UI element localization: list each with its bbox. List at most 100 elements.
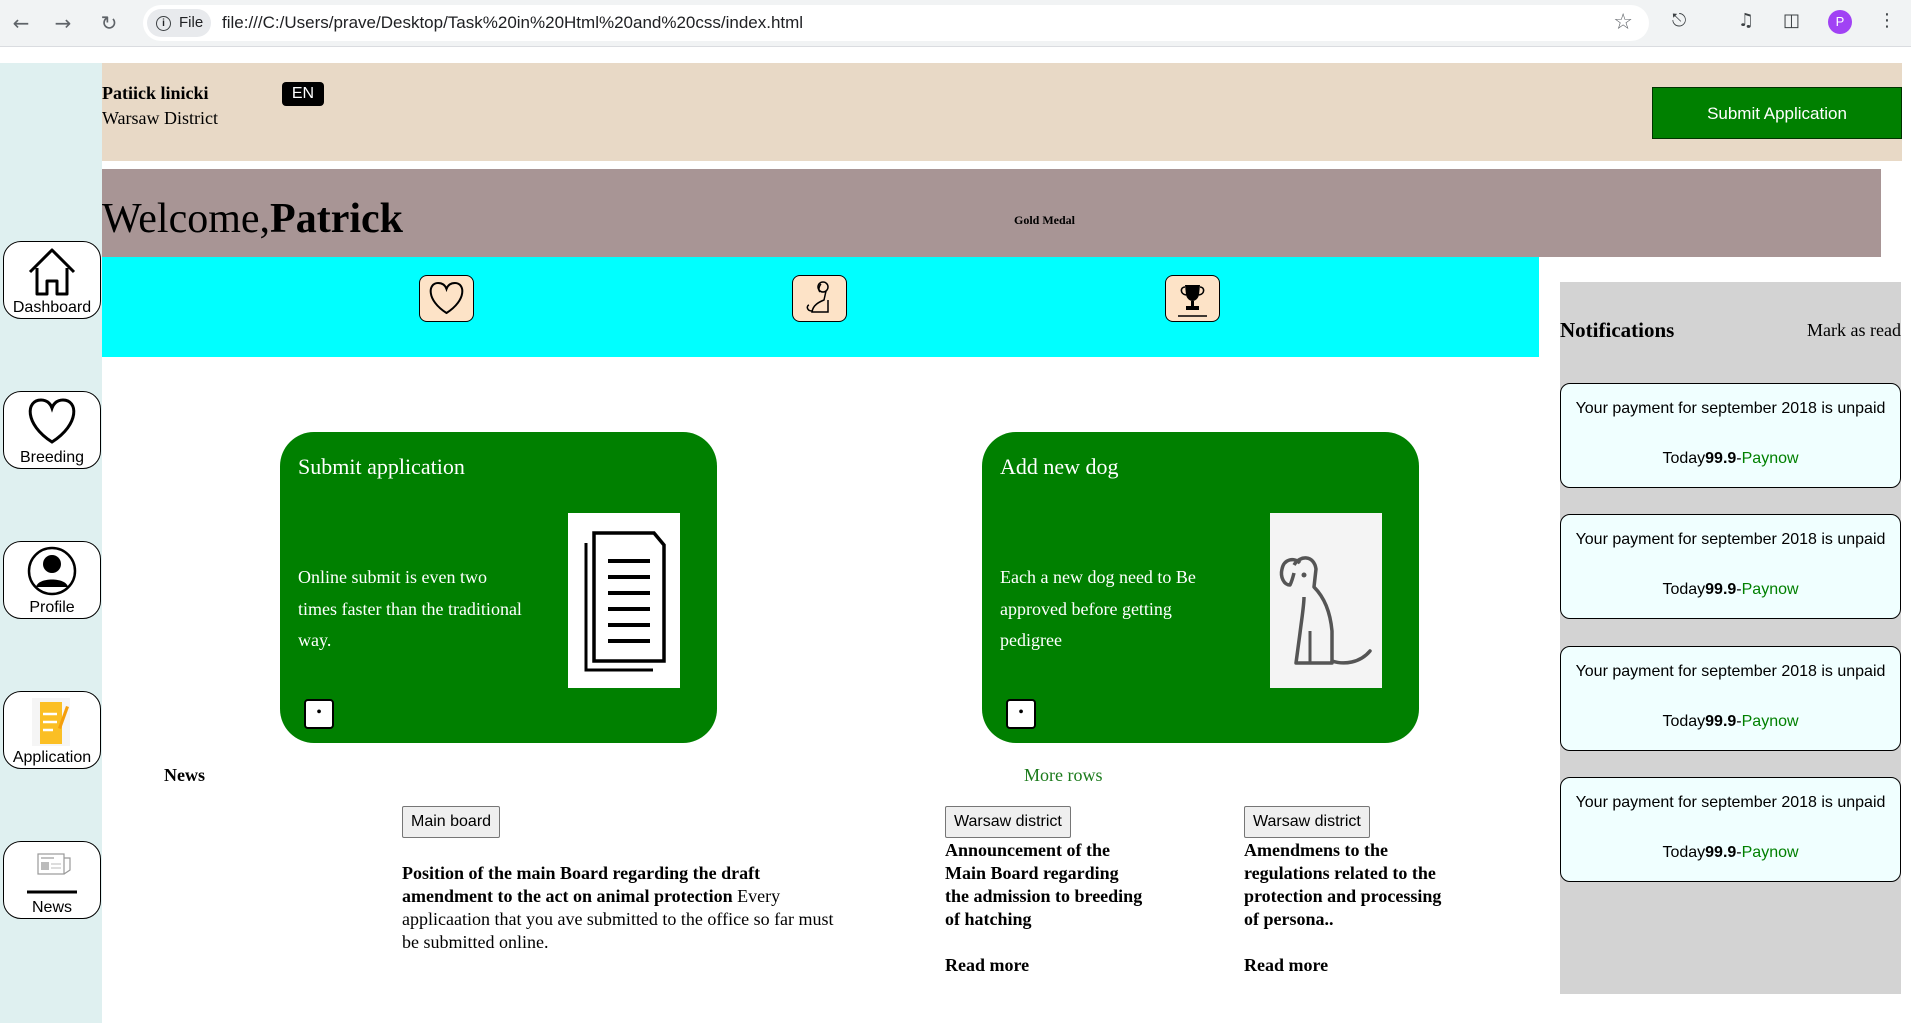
- notification-meta: Today99.9-Paynow: [1561, 844, 1900, 862]
- welcome-greeting: Welcome,: [102, 196, 271, 242]
- sidebar-item-label: Breeding: [19, 449, 85, 466]
- notifications-panel: Notifications Mark as read Your payment …: [1560, 282, 1901, 994]
- news-tag-button[interactable]: Warsaw district: [945, 806, 1071, 838]
- user-name: Patiick linicki: [102, 83, 209, 103]
- sidebar: Dashboard Breeding Profile Application N…: [0, 63, 102, 1023]
- welcome-heading: Welcome,Patrick: [102, 195, 403, 243]
- sidebar-item-label: Dashboard: [12, 299, 92, 316]
- sidebar-item-label: Application: [12, 749, 92, 766]
- newspaper-icon: [27, 853, 77, 894]
- trophy-icon: [1178, 285, 1207, 317]
- welcome-banner: Welcome,Patrick Gold Medal: [102, 169, 1881, 257]
- user-district: Warsaw District: [102, 108, 219, 128]
- info-icon: i: [156, 16, 171, 31]
- sidebar-item-dashboard[interactable]: Dashboard: [3, 241, 101, 319]
- forward-icon[interactable]: →: [50, 10, 76, 36]
- card-description: Online submit is even two times faster t…: [298, 567, 522, 650]
- news-heading: News: [164, 765, 205, 785]
- quick-actions-bar: [102, 257, 1539, 357]
- more-rows-link[interactable]: More rows: [1024, 765, 1103, 786]
- sidebar-item-application[interactable]: Application: [3, 691, 101, 769]
- home-icon: [28, 248, 76, 296]
- news-title: Position of the main Board regarding the…: [402, 863, 761, 906]
- top-header: Patiick linicki Warsaw District EN Submi…: [102, 63, 1902, 161]
- document-icon: [584, 531, 666, 672]
- user-icon: [27, 546, 77, 596]
- notification-item: Your payment for september 2018 is unpai…: [1560, 514, 1901, 619]
- quick-dog-button[interactable]: [792, 275, 847, 322]
- news-title: Amendmens to the regulations related to …: [1244, 840, 1442, 929]
- submit-application-button[interactable]: Submit Application: [1652, 87, 1902, 139]
- add-new-dog-card[interactable]: Add new dog Each a new dog need to Be ap…: [982, 432, 1419, 743]
- pay-now-link[interactable]: Paynow: [1742, 581, 1799, 598]
- reload-icon[interactable]: ↻: [96, 10, 122, 36]
- notification-meta: Today99.9-Paynow: [1561, 713, 1900, 731]
- profile-avatar[interactable]: P: [1828, 10, 1852, 34]
- mark-as-read-link[interactable]: Mark as read: [1807, 320, 1901, 341]
- menu-kebab-icon[interactable]: ⋮: [1878, 10, 1896, 31]
- news-tag-button[interactable]: Warsaw district: [1244, 806, 1370, 838]
- notification-message: Your payment for september 2018 is unpai…: [1575, 400, 1886, 417]
- dog-icon: [1279, 556, 1372, 665]
- pay-now-link[interactable]: Paynow: [1742, 450, 1799, 467]
- notification-date: Today: [1662, 844, 1706, 861]
- application-form-icon: [32, 698, 70, 746]
- notification-message: Your payment for september 2018 is unpai…: [1575, 531, 1886, 548]
- news-item: Announcement of the Main Board regarding…: [945, 839, 1145, 931]
- notification-message: Your payment for september 2018 is unpai…: [1575, 663, 1886, 680]
- browser-toolbar: ← → ↻ i File file:///C:/Users/prave/Desk…: [0, 0, 1911, 47]
- news-tag-button[interactable]: Main board: [402, 806, 501, 838]
- card-action-button[interactable]: •: [304, 699, 334, 729]
- welcome-user-name: Patrick: [270, 196, 403, 242]
- heart-icon: [28, 398, 76, 444]
- notification-amount: 99.9: [1705, 844, 1737, 861]
- side-panel-icon[interactable]: ◫: [1783, 10, 1800, 31]
- media-control-icon[interactable]: ♫: [1738, 10, 1754, 31]
- sidebar-item-label: News: [31, 899, 72, 916]
- read-more-link[interactable]: Read more: [945, 955, 1029, 976]
- read-more-link[interactable]: Read more: [1244, 955, 1328, 976]
- dog-icon: [806, 281, 829, 313]
- medal-label: Gold Medal: [1014, 213, 1076, 227]
- notification-amount: 99.9: [1705, 713, 1737, 730]
- card-illustration: [1270, 513, 1382, 688]
- sidebar-item-label: Profile: [29, 599, 75, 616]
- address-bar[interactable]: i File file:///C:/Users/prave/Desktop/Ta…: [143, 5, 1649, 41]
- notifications-title: Notifications: [1560, 318, 1675, 342]
- url-text[interactable]: file:///C:/Users/prave/Desktop/Task%20in…: [222, 13, 803, 33]
- sidebar-item-breeding[interactable]: Breeding: [3, 391, 101, 469]
- quick-breeding-button[interactable]: [419, 275, 474, 322]
- language-selector[interactable]: EN: [282, 82, 324, 106]
- card-title: Add new dog: [1000, 454, 1119, 479]
- notification-amount: 99.9: [1705, 581, 1737, 598]
- card-illustration: [568, 513, 680, 688]
- back-icon[interactable]: ←: [8, 10, 34, 36]
- pay-now-link[interactable]: Paynow: [1742, 713, 1799, 730]
- notification-item: Your payment for september 2018 is unpai…: [1560, 383, 1901, 488]
- notification-date: Today: [1662, 450, 1706, 467]
- notification-date: Today: [1662, 581, 1706, 598]
- heart-icon: [429, 281, 464, 315]
- notification-message: Your payment for september 2018 is unpai…: [1575, 794, 1886, 811]
- news-item: Position of the main Board regarding the…: [402, 862, 852, 954]
- notification-amount: 99.9: [1705, 450, 1737, 467]
- sidebar-item-news[interactable]: News: [3, 841, 101, 919]
- notification-date: Today: [1662, 713, 1706, 730]
- quick-trophy-button[interactable]: [1165, 275, 1220, 322]
- notification-meta: Today99.9-Paynow: [1561, 450, 1900, 468]
- scheme-label: File: [179, 14, 204, 31]
- news-title: Announcement of the Main Board regarding…: [945, 840, 1143, 929]
- card-title: Submit application: [298, 454, 465, 479]
- notification-item: Your payment for september 2018 is unpai…: [1560, 777, 1901, 882]
- site-info-chip[interactable]: i File: [147, 9, 211, 37]
- sidebar-item-profile[interactable]: Profile: [3, 541, 101, 619]
- notification-meta: Today99.9-Paynow: [1561, 581, 1900, 599]
- notification-item: Your payment for september 2018 is unpai…: [1560, 646, 1901, 751]
- news-item: Amendmens to the regulations related to …: [1244, 839, 1449, 931]
- bookmark-star-icon[interactable]: ☆: [1613, 10, 1633, 35]
- card-description: Each a new dog need to Be approved befor…: [1000, 567, 1196, 650]
- extensions-icon[interactable]: ⎋: [1672, 10, 1686, 31]
- submit-application-card[interactable]: Submit application Online submit is even…: [280, 432, 717, 743]
- card-action-button[interactable]: •: [1006, 699, 1036, 729]
- pay-now-link[interactable]: Paynow: [1742, 844, 1799, 861]
